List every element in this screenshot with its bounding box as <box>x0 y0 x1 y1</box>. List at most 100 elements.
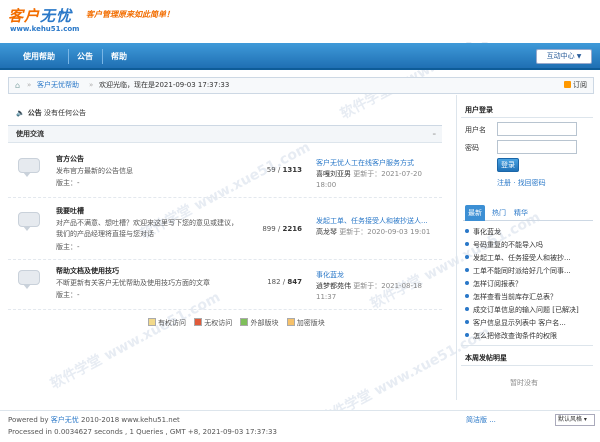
list-item[interactable]: 发起工单、任务接受人和被抄... <box>465 253 595 264</box>
forum-last-post: 客户无忧人工在线客户服务方式 喜嘎刘亚男 更新于：2021-07-20 18:0… <box>316 158 442 191</box>
last-post-time: 更新于：2020-09-03 19:01 <box>339 228 431 236</box>
announcement-bar: 🔈 公告 没有任何公告 <box>16 108 86 118</box>
bullet-icon <box>465 242 469 246</box>
logo-url: www.kehu51.com <box>10 25 80 33</box>
style-select-value: 默认风格 <box>558 416 583 423</box>
forum-legend: 有权访问 无权访问 外部版块 加密版块 <box>148 318 331 328</box>
last-post-title[interactable]: 客户无忧人工在线客户服务方式 <box>316 158 442 169</box>
nav-item-help[interactable]: 使用帮助 <box>14 43 64 70</box>
forum-counts: 182 / 847 <box>267 278 302 286</box>
nav-item-announcement[interactable]: 公告 <box>72 43 98 70</box>
forum-row: 我要吐槽 对产品不满意、想吐槽？欢迎来这里写下您的意见或建议，我们的产品经理将直… <box>8 200 442 260</box>
last-post-user[interactable]: 高龙琴 <box>316 228 337 236</box>
legend-label: 有权访问 <box>158 319 186 327</box>
logo-text: 客户 <box>8 7 41 25</box>
legend-swatch <box>148 318 156 326</box>
list-item[interactable]: 客户信息显示列表中 客户名... <box>465 318 595 329</box>
legend-swatch <box>286 318 295 326</box>
username-label: 用户名 <box>465 126 486 134</box>
login-links: 注册 · 找回密码 <box>497 178 546 188</box>
bullet-icon <box>465 268 469 272</box>
rss-label: 订阅 <box>573 81 587 89</box>
find-password-link[interactable]: 找回密码 <box>518 179 546 187</box>
list-item[interactable]: 怎么把修改查询条件的权限 <box>465 331 595 342</box>
post-count: 1313 <box>282 166 302 174</box>
breadcrumb-separator: » <box>27 81 32 89</box>
username-input[interactable] <box>497 122 577 136</box>
divider <box>461 117 593 118</box>
last-post-user[interactable]: 逍梦都苑伟 <box>316 282 351 290</box>
rss-link[interactable]: 订阅 <box>564 78 587 93</box>
list-item[interactable]: 号码重复的不能导入吗 <box>465 240 595 251</box>
page-footer: Powered by 客户无忧 2010-2018 www.kehu51.net… <box>0 410 600 442</box>
legend-swatch <box>194 318 203 326</box>
password-input[interactable] <box>497 140 577 154</box>
footer-brand-link[interactable]: 客户无忧 <box>51 416 79 424</box>
interactive-center-button[interactable]: 互动中心 ▼ <box>536 49 592 64</box>
forum-row: 官方公告 发布官方最新的公告信息 版主：- 59 / 1313 客户无忧人工在线… <box>8 150 442 198</box>
welcome-text: 欢迎光临，现在是2021-09-03 17:37:33 <box>99 81 230 89</box>
forum-desc: 对产品不满意、想吐槽？欢迎来这里写下您的意见或建议，我们的产品经理将直接与您对话 <box>56 219 238 238</box>
nav-item-faq[interactable]: 帮助 <box>106 43 132 70</box>
forum-desc: 发布官方最新的公告信息 <box>56 167 133 175</box>
home-icon[interactable]: ⌂ <box>15 78 20 93</box>
forum-desc: 不断更新有关客户无忧帮助及使用技巧方面的文章 <box>56 279 210 287</box>
tab-digest[interactable]: 精华 <box>511 205 531 221</box>
site-logo[interactable]: 客户无忧 <box>8 5 72 26</box>
forum-row: 帮助文档及使用技巧 不断更新有关客户无忧帮助及使用技巧方面的文章 版主：- 18… <box>8 262 442 310</box>
forum-moderator: 版主：- <box>56 243 80 251</box>
style-select[interactable]: 默认风格 ▾ <box>555 414 595 426</box>
footer-years: 2010-2018 www.kehu51.net <box>78 416 180 424</box>
collapse-icon[interactable]: – <box>433 126 437 143</box>
footer-powered: Powered by 客户无忧 2010-2018 www.kehu51.net <box>8 415 180 425</box>
tab-latest[interactable]: 最新 <box>465 205 485 221</box>
bullet-icon <box>465 294 469 298</box>
list-item[interactable]: 成交订单信息的输入问题 [已解决] <box>465 305 595 316</box>
legend-item: 有权访问 <box>148 318 186 328</box>
logo-text-accent: 无忧 <box>40 7 73 25</box>
forum-section-header: 使用交流 – <box>8 126 442 143</box>
topic-count: 59 <box>266 166 276 174</box>
forum-moderator: 版主：- <box>56 179 80 187</box>
login-button[interactable]: 登录 <box>497 158 519 172</box>
register-link[interactable]: 注册 <box>497 179 511 187</box>
thread-title: 成交订单信息的输入问题 [已解决] <box>473 306 579 314</box>
bullet-icon <box>465 229 469 233</box>
link-separator: · <box>511 179 518 187</box>
footer-links[interactable]: 简洁版 ... <box>466 415 496 425</box>
list-item[interactable]: 怎样查看当前库存汇总表？ <box>465 292 595 303</box>
thread-title: 发起工单、任务接受人和被抄... <box>473 254 571 262</box>
thread-title: 工单不能同时派给好几个同事... <box>473 267 571 275</box>
post-count: 2216 <box>282 225 302 233</box>
bullet-icon <box>465 281 469 285</box>
legend-label: 无权访问 <box>204 319 233 327</box>
forum-name[interactable]: 我要吐槽 <box>56 206 84 216</box>
list-item[interactable]: 事化蓝龙 <box>465 227 595 238</box>
breadcrumb-separator: » <box>89 81 94 89</box>
list-item[interactable]: 怎样订阅报表？ <box>465 279 595 290</box>
last-post-user[interactable]: 喜嘎刘亚男 <box>316 170 351 178</box>
forum-counts: 899 / 2216 <box>262 225 302 233</box>
tab-hot[interactable]: 热门 <box>489 205 509 221</box>
thread-tabs: 最新 热门 精华 <box>463 205 593 221</box>
list-item[interactable]: 工单不能同时派给好几个同事... <box>465 266 595 277</box>
announcement-label: 公告 <box>27 109 42 117</box>
breadcrumb-forum-link[interactable]: 客户无忧帮助 <box>37 78 79 93</box>
bullet-icon <box>465 333 469 337</box>
bullet-icon <box>465 320 469 324</box>
thread-title: 怎么把修改查询条件的权限 <box>473 332 557 340</box>
logo-tagline: 客户管理原来如此简单！ <box>86 10 174 19</box>
announcement-text: 没有任何公告 <box>43 109 86 117</box>
forum-last-post: 事化蓝龙 逍梦都苑伟 更新于：2021-08-18 11:37 <box>316 270 442 303</box>
forum-name[interactable]: 帮助文档及使用技巧 <box>56 266 119 276</box>
forum-moderator: 版主：- <box>56 291 80 299</box>
sidebar: 用户登录 用户名 密码 登录 注册 · 找回密码 最新 热门 精华 事化蓝龙 号… <box>456 95 594 400</box>
last-post-title[interactable]: 发起工单、任务接受人和被抄送人... <box>316 216 442 227</box>
bullet-icon <box>465 307 469 311</box>
topic-count: 182 <box>267 278 281 286</box>
powered-by-text: Powered by <box>8 416 51 424</box>
thread-title: 事化蓝龙 <box>473 228 501 236</box>
last-post-title[interactable]: 事化蓝龙 <box>316 270 442 281</box>
forum-list: 使用交流 – 官方公告 发布官方最新的公告信息 版主：- 59 / 1313 客… <box>8 125 442 335</box>
forum-name[interactable]: 官方公告 <box>56 154 84 164</box>
